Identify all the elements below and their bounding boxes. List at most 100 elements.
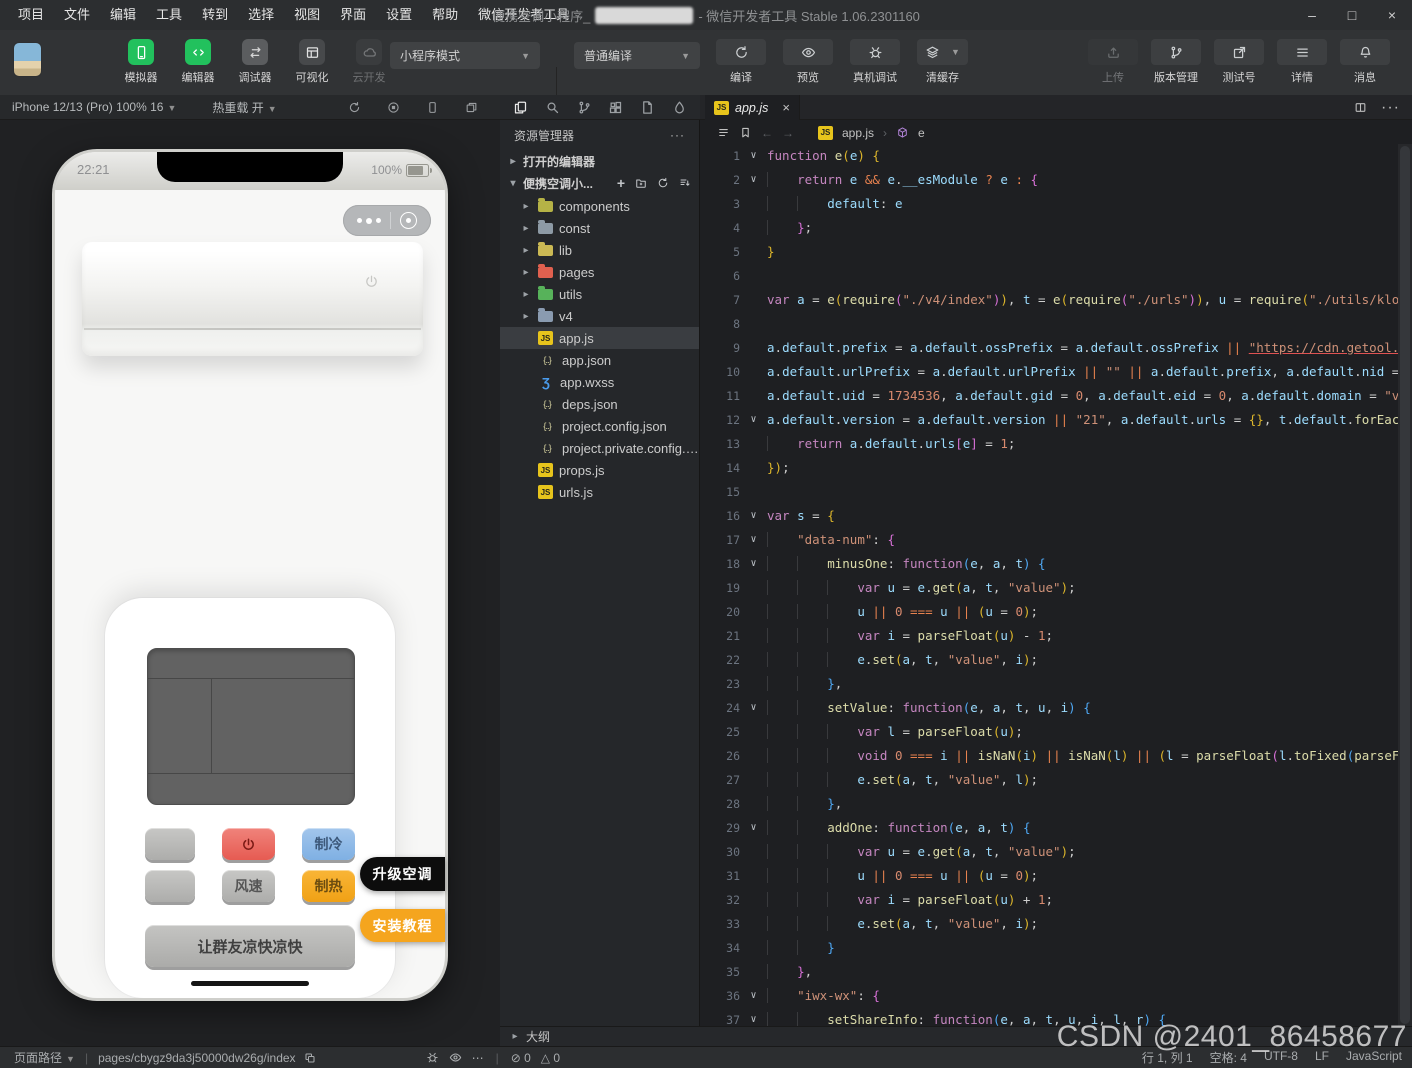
- maximize-button[interactable]: □: [1332, 0, 1372, 30]
- menu-item[interactable]: 帮助: [422, 0, 468, 30]
- sim-multi-window-icon[interactable]: [465, 101, 478, 114]
- close-target-icon[interactable]: [400, 212, 417, 229]
- remote-blank-button-2[interactable]: [145, 870, 195, 902]
- code-line[interactable]: 35 },: [706, 960, 1398, 984]
- tree-item-props-js[interactable]: JSprops.js: [500, 459, 699, 481]
- tab-app-js[interactable]: JS app.js ×: [705, 95, 800, 120]
- menu-item[interactable]: 设置: [376, 0, 422, 30]
- mode-dropdown[interactable]: 小程序模式 ▼: [390, 42, 540, 69]
- code-line[interactable]: 12∨a.default.version = a.default.version…: [706, 408, 1398, 432]
- more-icon[interactable]: ⋯: [472, 1051, 484, 1065]
- code-line[interactable]: 29∨ addOne: function(e, a, t) {: [706, 816, 1398, 840]
- code-line[interactable]: 20 u || 0 === u || (u = 0);: [706, 600, 1398, 624]
- new-file-icon[interactable]: +: [617, 175, 625, 191]
- code-line[interactable]: 32 var i = parseFloat(u) + 1;: [706, 888, 1398, 912]
- more-actions-icon[interactable]: ···: [670, 128, 685, 142]
- chevron-right-icon[interactable]: ▸: [520, 223, 532, 234]
- fold-chevron-icon[interactable]: ∨: [740, 528, 767, 552]
- menu-item[interactable]: 界面: [330, 0, 376, 30]
- code-line[interactable]: 18∨ minusOne: function(e, a, t) {: [706, 552, 1398, 576]
- new-folder-icon[interactable]: [635, 177, 647, 189]
- clear-cache-button[interactable]: ▼ 清缓存: [917, 39, 968, 85]
- test-account-button[interactable]: 测试号: [1214, 39, 1264, 85]
- chevron-right-icon[interactable]: ▸: [520, 245, 532, 256]
- code-line[interactable]: 1∨function e(e) {: [706, 144, 1398, 168]
- code-line[interactable]: 13 return a.default.urls[e] = 1;: [706, 432, 1398, 456]
- version-control-button[interactable]: 版本管理: [1151, 39, 1201, 85]
- upload-button[interactable]: 上传: [1088, 39, 1138, 85]
- code-line[interactable]: 36∨ "iwx-wx": {: [706, 984, 1398, 1008]
- share-button[interactable]: 让群友凉快凉快: [145, 925, 355, 967]
- file-icon[interactable]: [640, 100, 655, 115]
- extensions-icon[interactable]: [608, 100, 623, 115]
- fold-chevron-icon[interactable]: ∨: [740, 504, 767, 528]
- tree-item-app-js[interactable]: JSapp.js: [500, 327, 699, 349]
- files-icon[interactable]: [513, 100, 528, 115]
- page-path-selector[interactable]: 页面路径▼: [14, 1049, 75, 1066]
- minimize-button[interactable]: –: [1292, 0, 1332, 30]
- code-line[interactable]: 5}: [706, 240, 1398, 264]
- fold-chevron-icon[interactable]: ∨: [740, 696, 767, 720]
- cloud-dev-button[interactable]: 云开发: [344, 39, 394, 85]
- preview-button[interactable]: 预览: [783, 39, 833, 85]
- outline-list-icon[interactable]: [717, 126, 730, 139]
- debugger-mode-button[interactable]: 调试器: [230, 39, 280, 85]
- open-editors-section[interactable]: ▸ 打开的编辑器: [500, 150, 699, 172]
- fold-chevron-icon[interactable]: ∨: [740, 1008, 767, 1026]
- code-line[interactable]: 8: [706, 312, 1398, 336]
- back-arrow-icon[interactable]: ←: [761, 126, 773, 140]
- tree-item-utils[interactable]: ▸utils: [500, 283, 699, 305]
- tree-item-components[interactable]: ▸components: [500, 195, 699, 217]
- code-line[interactable]: 31 u || 0 === u || (u = 0);: [706, 864, 1398, 888]
- cool-button[interactable]: 制冷: [302, 828, 355, 860]
- project-root-section[interactable]: ▾ 便携空调小... +: [500, 172, 699, 194]
- menu-item[interactable]: 视图: [284, 0, 330, 30]
- tree-item-app-wxss[interactable]: Ʒapp.wxss: [500, 371, 699, 393]
- chevron-right-icon[interactable]: ▸: [520, 289, 532, 300]
- code-line[interactable]: 23 },: [706, 672, 1398, 696]
- code-line[interactable]: 26 void 0 === i || isNaN(i) || isNaN(l) …: [706, 744, 1398, 768]
- more-dots-icon[interactable]: [357, 218, 381, 224]
- sim-stop-icon[interactable]: [387, 101, 400, 114]
- messages-button[interactable]: 消息: [1340, 39, 1390, 85]
- code-line[interactable]: 27 e.set(a, t, "value", l);: [706, 768, 1398, 792]
- fold-chevron-icon[interactable]: ∨: [740, 408, 767, 432]
- split-editor-icon[interactable]: [1354, 101, 1367, 114]
- promo-badge[interactable]: 升级空调: [360, 857, 445, 891]
- warning-count[interactable]: △ 0: [541, 1051, 560, 1065]
- chevron-right-icon[interactable]: ▸: [520, 311, 532, 322]
- code-line[interactable]: 15: [706, 480, 1398, 504]
- tree-item-pages[interactable]: ▸pages: [500, 261, 699, 283]
- code-line[interactable]: 33 e.set(a, t, "value", i);: [706, 912, 1398, 936]
- close-button[interactable]: ×: [1372, 0, 1412, 30]
- miniprogram-capsule[interactable]: [343, 205, 431, 236]
- watch-eye-icon[interactable]: [449, 1051, 462, 1064]
- code-line[interactable]: 21 var i = parseFloat(u) - 1;: [706, 624, 1398, 648]
- chevron-right-icon[interactable]: ▸: [520, 267, 532, 278]
- search-icon[interactable]: [545, 100, 560, 115]
- menu-item[interactable]: 转到: [192, 0, 238, 30]
- fold-chevron-icon[interactable]: ∨: [740, 552, 767, 576]
- code-line[interactable]: 11a.default.uid = 1734536, a.default.gid…: [706, 384, 1398, 408]
- tree-item-v4[interactable]: ▸v4: [500, 305, 699, 327]
- hot-reload-toggle[interactable]: 热重载 开▼: [212, 99, 276, 116]
- code-line[interactable]: 22 e.set(a, t, "value", i);: [706, 648, 1398, 672]
- fan-speed-button[interactable]: 风速: [222, 870, 275, 902]
- device-selector[interactable]: iPhone 12/13 (Pro) 100% 16▼: [12, 100, 176, 114]
- tree-item-urls-js[interactable]: JSurls.js: [500, 481, 699, 503]
- breadcrumb-symbol[interactable]: e: [918, 126, 925, 140]
- menu-item[interactable]: 文件: [54, 0, 100, 30]
- source-control-icon[interactable]: [577, 100, 592, 115]
- refresh-icon[interactable]: [657, 177, 669, 189]
- copy-icon[interactable]: [304, 1052, 316, 1064]
- code-line[interactable]: 24∨ setValue: function(e, a, t, u, i) {: [706, 696, 1398, 720]
- remote-blank-button-1[interactable]: [145, 828, 195, 860]
- simulator-mode-button[interactable]: 模拟器: [116, 39, 166, 85]
- fold-chevron-icon[interactable]: ∨: [740, 144, 767, 168]
- breadcrumb-file[interactable]: app.js: [842, 126, 874, 140]
- compile-dropdown[interactable]: 普通编译 ▼: [574, 42, 700, 69]
- code-line[interactable]: 9a.default.prefix = a.default.ossPrefix …: [706, 336, 1398, 360]
- code-line[interactable]: 7var a = e(require("./v4/index")), t = e…: [706, 288, 1398, 312]
- code-line[interactable]: 25 var l = parseFloat(u);: [706, 720, 1398, 744]
- debug-bug-icon[interactable]: [426, 1051, 439, 1064]
